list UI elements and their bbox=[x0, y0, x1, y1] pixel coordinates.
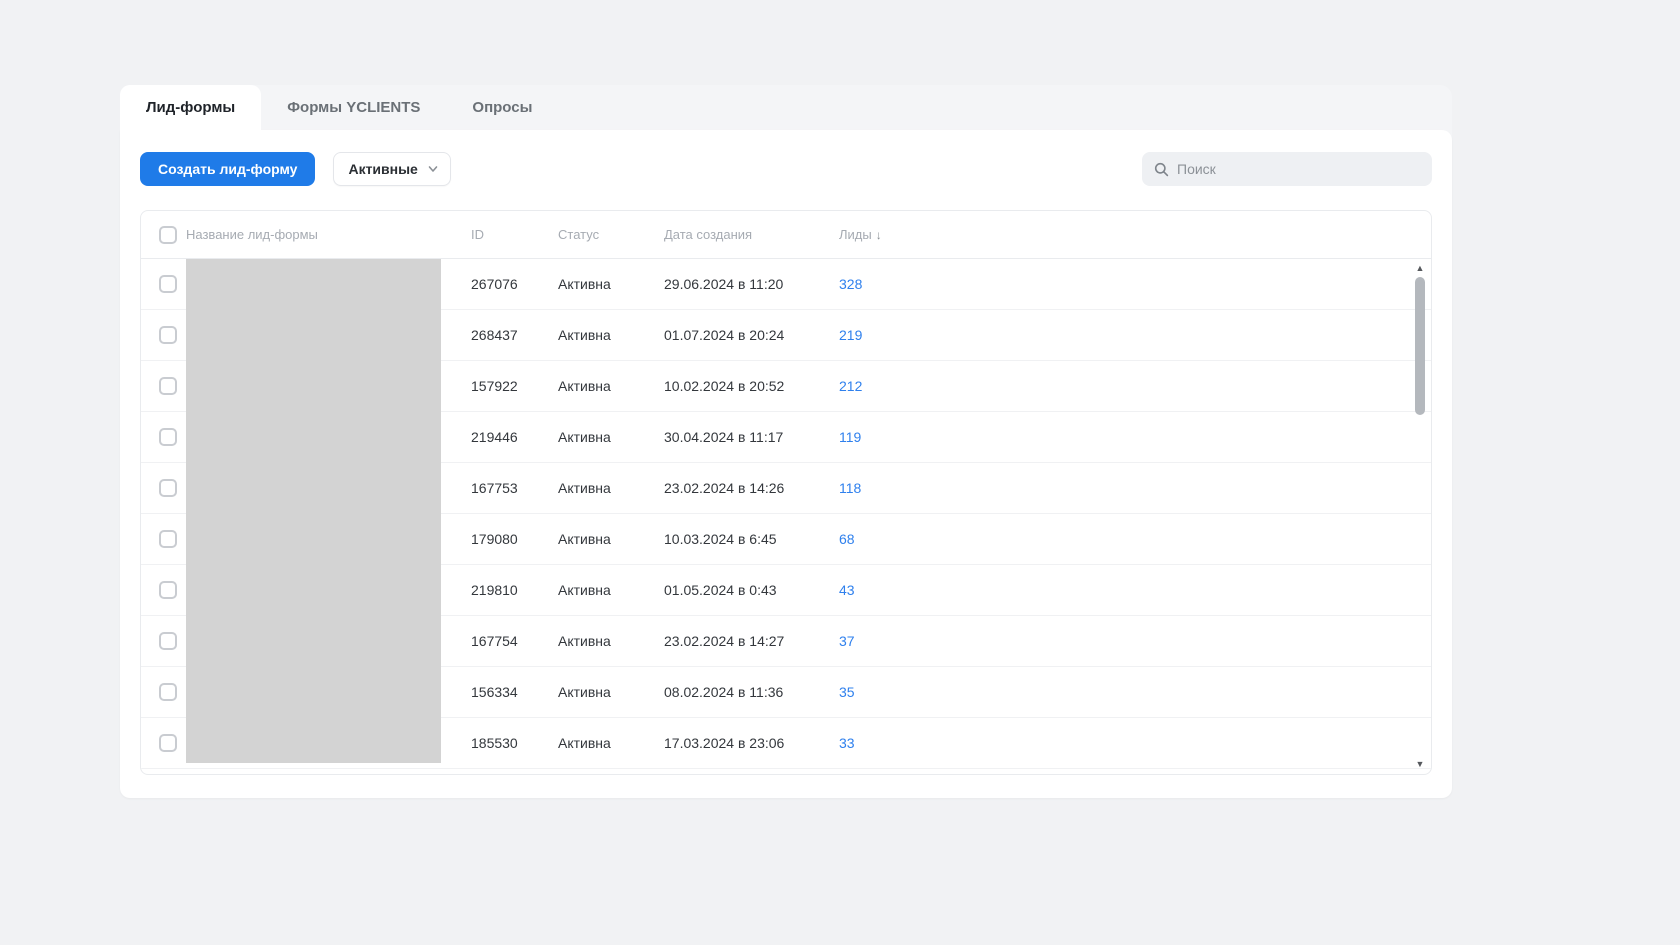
row-created: 01.07.2024 в 20:24 bbox=[664, 327, 785, 343]
column-header-created: Дата создания bbox=[664, 227, 753, 242]
column-header-status: Статус bbox=[558, 227, 600, 242]
row-created: 08.02.2024 в 11:36 bbox=[664, 684, 784, 700]
row-checkbox[interactable] bbox=[159, 479, 177, 497]
column-header-leads-label: Лиды bbox=[839, 227, 872, 242]
table-body: 267076 Активна 29.06.2024 в 11:20 328 268437… bbox=[141, 259, 1431, 769]
row-leads-link[interactable]: 35 bbox=[839, 684, 1431, 700]
row-id: 167753 bbox=[471, 480, 518, 496]
column-header-id: ID bbox=[471, 227, 484, 242]
row-leads-link[interactable]: 37 bbox=[839, 633, 1431, 649]
row-status: Активна bbox=[558, 735, 611, 751]
row-leads-link[interactable]: 68 bbox=[839, 531, 1431, 547]
row-checkbox[interactable] bbox=[159, 734, 177, 752]
search-box[interactable] bbox=[1142, 152, 1432, 186]
row-created: 23.02.2024 в 14:26 bbox=[664, 480, 785, 496]
row-status: Активна bbox=[558, 480, 611, 496]
chevron-down-icon bbox=[428, 166, 438, 172]
row-id: 167754 bbox=[471, 633, 518, 649]
row-leads-link[interactable]: 118 bbox=[839, 480, 1431, 496]
sort-desc-icon: ↓ bbox=[875, 228, 882, 242]
select-all-checkbox[interactable] bbox=[159, 225, 177, 244]
row-status: Активна bbox=[558, 276, 611, 292]
status-filter-dropdown[interactable]: Активные bbox=[333, 152, 451, 186]
row-leads-link[interactable]: 219 bbox=[839, 327, 1431, 343]
tab-yclients-forms[interactable]: Формы YCLIENTS bbox=[261, 85, 446, 130]
row-id: 219810 bbox=[471, 582, 518, 598]
tab-lead-forms[interactable]: Лид-формы bbox=[120, 85, 262, 130]
row-status: Активна bbox=[558, 327, 611, 343]
search-icon bbox=[1154, 162, 1169, 176]
row-id: 219446 bbox=[471, 429, 518, 445]
row-checkbox[interactable] bbox=[159, 632, 177, 650]
scroll-up-icon[interactable]: ▲ bbox=[1416, 263, 1425, 273]
vertical-scrollbar[interactable]: ▲ ▼ bbox=[1414, 263, 1426, 769]
table-header: Название лид-формы ID Статус Дата создан… bbox=[141, 211, 1431, 259]
scroll-down-icon[interactable]: ▼ bbox=[1416, 759, 1425, 769]
row-id: 179080 bbox=[471, 531, 518, 547]
row-checkbox[interactable] bbox=[159, 377, 177, 395]
row-status: Активна bbox=[558, 684, 611, 700]
row-checkbox[interactable] bbox=[159, 530, 177, 548]
row-status: Активна bbox=[558, 582, 611, 598]
row-created: 10.03.2024 в 6:45 bbox=[664, 531, 777, 547]
search-input[interactable] bbox=[1177, 161, 1420, 177]
create-lead-form-button[interactable]: Создать лид-форму bbox=[140, 152, 316, 186]
toolbar: Создать лид-форму Активные bbox=[140, 152, 1432, 186]
row-checkbox[interactable] bbox=[159, 683, 177, 701]
column-header-leads[interactable]: Лиды ↓ bbox=[839, 227, 1431, 242]
row-checkbox[interactable] bbox=[159, 581, 177, 599]
row-leads-link[interactable]: 328 bbox=[839, 276, 1431, 292]
row-status: Активна bbox=[558, 429, 611, 445]
row-created: 30.04.2024 в 11:17 bbox=[664, 429, 784, 445]
row-checkbox[interactable] bbox=[159, 326, 177, 344]
column-header-name: Название лид-формы bbox=[186, 227, 318, 242]
row-checkbox[interactable] bbox=[159, 428, 177, 446]
lead-forms-card: Лид-формы Формы YCLIENTS Опросы Создать … bbox=[120, 85, 1452, 798]
row-created: 01.05.2024 в 0:43 bbox=[664, 582, 777, 598]
row-status: Активна bbox=[558, 633, 611, 649]
tabs-bar: Лид-формы Формы YCLIENTS Опросы bbox=[120, 85, 1452, 130]
row-id: 157922 bbox=[471, 378, 518, 394]
row-leads-link[interactable]: 212 bbox=[839, 378, 1431, 394]
row-leads-link[interactable]: 33 bbox=[839, 735, 1431, 751]
lead-forms-table: Название лид-формы ID Статус Дата создан… bbox=[140, 210, 1432, 775]
row-created: 17.03.2024 в 23:06 bbox=[664, 735, 785, 751]
row-status: Активна bbox=[558, 531, 611, 547]
row-id: 267076 bbox=[471, 276, 518, 292]
row-id: 185530 bbox=[471, 735, 518, 751]
scrollbar-thumb[interactable] bbox=[1415, 277, 1425, 415]
tab-surveys[interactable]: Опросы bbox=[446, 85, 558, 130]
status-filter-value: Активные bbox=[348, 161, 418, 177]
row-id: 268437 bbox=[471, 327, 518, 343]
row-checkbox[interactable] bbox=[159, 275, 177, 293]
row-status: Активна bbox=[558, 378, 611, 394]
row-id: 156334 bbox=[471, 684, 518, 700]
scrollbar-track[interactable] bbox=[1414, 273, 1426, 759]
row-created: 23.02.2024 в 14:27 bbox=[664, 633, 785, 649]
row-created: 10.02.2024 в 20:52 bbox=[664, 378, 785, 394]
row-created: 29.06.2024 в 11:20 bbox=[664, 276, 784, 292]
row-leads-link[interactable]: 119 bbox=[839, 429, 1431, 445]
row-leads-link[interactable]: 43 bbox=[839, 582, 1431, 598]
name-column-redaction bbox=[186, 259, 441, 763]
lead-forms-panel: Создать лид-форму Активные Название лид-… bbox=[120, 130, 1452, 798]
